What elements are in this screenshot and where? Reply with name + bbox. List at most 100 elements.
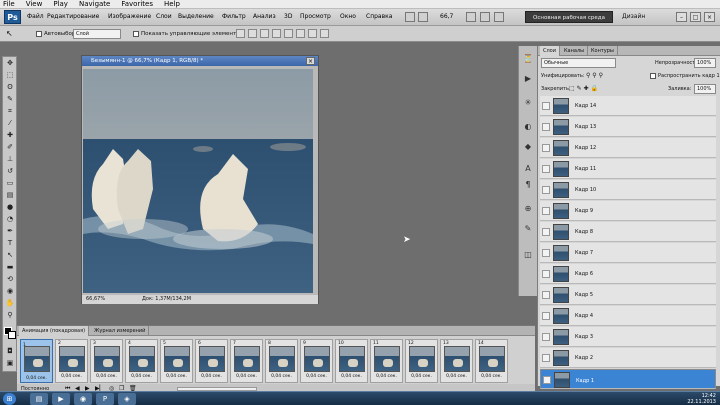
animation-frame[interactable]: 9 0,04 сек. [300,339,333,383]
clone-stamp-icon[interactable]: ⊥ [5,155,15,164]
layer-row-selected[interactable]: Кадр 1 [540,369,716,389]
animation-frame[interactable]: 14 0,04 сек. [475,339,508,383]
menu-favorites[interactable]: Favorites [121,0,153,8]
frame-delay[interactable]: 0,04 сек. [371,374,402,379]
menu-item-edit[interactable]: Редактирование [47,13,99,20]
history-icon[interactable]: ⏳ [523,54,533,64]
pen-icon[interactable]: ✒ [5,227,15,236]
healing-brush-icon[interactable]: ✚ [5,131,15,140]
animation-frame[interactable]: 7 0,04 сек. [230,339,263,383]
visibility-icon[interactable] [542,270,550,278]
taskbar-browser-icon[interactable]: ◉ [74,393,92,405]
path-selection-icon[interactable]: ↖ [5,251,15,260]
align-bottom-icon[interactable] [260,29,269,38]
visibility-icon[interactable] [543,376,551,384]
tab-channels[interactable]: Каналы [561,46,589,56]
autoselect-dropdown[interactable]: Слой [73,29,121,39]
frame-delay[interactable]: 0,04 сек. [441,374,472,379]
brush-icon[interactable]: ✐ [5,143,15,152]
opacity-field[interactable]: 100% [694,58,716,68]
menu-item-layers[interactable]: Слои [156,13,172,20]
menu-file[interactable]: File [3,0,15,8]
mini-bridge-icon[interactable] [418,12,428,22]
frame-delay[interactable]: 0,04 сек. [266,374,297,379]
animation-frame[interactable]: 10 0,04 сек. [335,339,368,383]
system-tray[interactable]: 12:42 22.11.2013 [687,393,716,405]
distribute-horizontal-icon[interactable] [320,29,329,38]
visibility-icon[interactable] [542,291,550,299]
navigator-icon[interactable]: ✳ [523,98,533,108]
menu-play[interactable]: Play [53,0,68,8]
align-right-icon[interactable] [296,29,305,38]
frame-delay[interactable]: 0,04 сек. [301,374,332,379]
clone-source-icon[interactable]: ⊕ [523,204,533,214]
visibility-icon[interactable] [542,186,550,194]
move-tool-icon[interactable]: ↖ [6,29,13,38]
propagate-checkbox[interactable] [650,73,656,79]
animation-frame[interactable]: 10,04 сек. [20,339,53,383]
frame-delay[interactable]: 0,04 сек. [476,374,507,379]
taskbar-explorer-icon[interactable]: ▤ [30,393,48,405]
menu-item-select[interactable]: Выделение [178,13,214,20]
layer-row[interactable]: Кадр 13 [540,117,716,137]
menu-help[interactable]: Help [164,0,180,8]
layer-row[interactable]: Кадр 3 [540,327,716,347]
menu-item-filter[interactable]: Фильтр [222,13,246,20]
frame-delay[interactable]: 0,04 сек. [56,374,87,379]
align-top-icon[interactable] [236,29,245,38]
masks-icon[interactable]: ◫ [523,250,533,260]
status-zoom[interactable]: 66,67% [86,295,105,304]
layer-row[interactable]: Кадр 9 [540,201,716,221]
marquee-icon[interactable]: ⬚ [5,71,15,80]
menu-item-help[interactable]: Справка [366,13,392,20]
animation-frame[interactable]: 8 0,04 сек. [265,339,298,383]
move-icon[interactable]: ✥ [5,59,15,68]
dodge-icon[interactable]: ◔ [5,215,15,224]
taskbar-media-icon[interactable]: ▶ [52,393,70,405]
animation-frame[interactable]: 4 0,04 сек. [125,339,158,383]
screen-mode-icon[interactable]: ▣ [5,359,15,368]
frame-delay[interactable]: 0,04 сек. [196,374,227,379]
adjustments-icon[interactable]: ◐ [523,122,533,132]
align-left-icon[interactable] [272,29,281,38]
visibility-icon[interactable] [542,354,550,362]
type-icon[interactable]: T [5,239,15,248]
menu-item-window[interactable]: Окно [340,13,356,20]
autoselect-checkbox[interactable] [36,31,42,37]
frame-delay[interactable]: 0,04 сек. [406,374,437,379]
frame-delay[interactable]: 0,04 сек. [126,374,157,379]
gradient-icon[interactable]: ▤ [5,191,15,200]
minimize-button[interactable]: – [676,12,687,22]
taskbar-app-icon[interactable]: ◈ [118,393,136,405]
character-icon[interactable]: A [523,164,533,174]
menu-item-analysis[interactable]: Анализ [253,13,276,20]
layer-row[interactable]: Кадр 4 [540,306,716,326]
document-canvas[interactable] [83,69,313,293]
visibility-icon[interactable] [542,228,550,236]
close-button[interactable]: × [704,12,715,22]
shape-icon[interactable]: ▬ [5,263,15,272]
show-controls-checkbox[interactable] [133,31,139,37]
frame-delay[interactable]: 0,04 сек. [161,374,192,379]
animation-frame[interactable]: 12 0,04 сек. [405,339,438,383]
layer-row[interactable]: Кадр 12 [540,138,716,158]
menu-navigate[interactable]: Navigate [79,0,110,8]
styles-icon[interactable]: ◆ [523,142,533,152]
animation-frame[interactable]: 3 0,04 сек. [90,339,123,383]
animation-frame[interactable]: 6 0,04 сек. [195,339,228,383]
tab-animation[interactable]: Анимация (покадровая) [19,326,90,336]
frame-delay[interactable]: 0,04 сек. [91,374,122,379]
layer-row[interactable]: Кадр 14 [540,96,716,116]
quick-select-icon[interactable]: ✎ [5,95,15,104]
animation-frame[interactable]: 11 0,04 сек. [370,339,403,383]
workspace-switcher[interactable]: Основная рабочая среда [525,11,613,23]
brushes-icon[interactable]: ✎ [523,224,533,234]
arrange-documents-icon[interactable] [494,12,504,22]
taskbar-photoshop-icon[interactable]: P [96,393,114,405]
crop-icon[interactable]: ⌗ [5,107,15,116]
frame-delay[interactable]: 0,04 сек. [336,374,367,379]
blur-icon[interactable]: ● [5,203,15,212]
zoom-icon[interactable]: ⚲ [5,311,15,320]
visibility-icon[interactable] [542,102,550,110]
3d-rotate-icon[interactable]: ⟲ [5,275,15,284]
